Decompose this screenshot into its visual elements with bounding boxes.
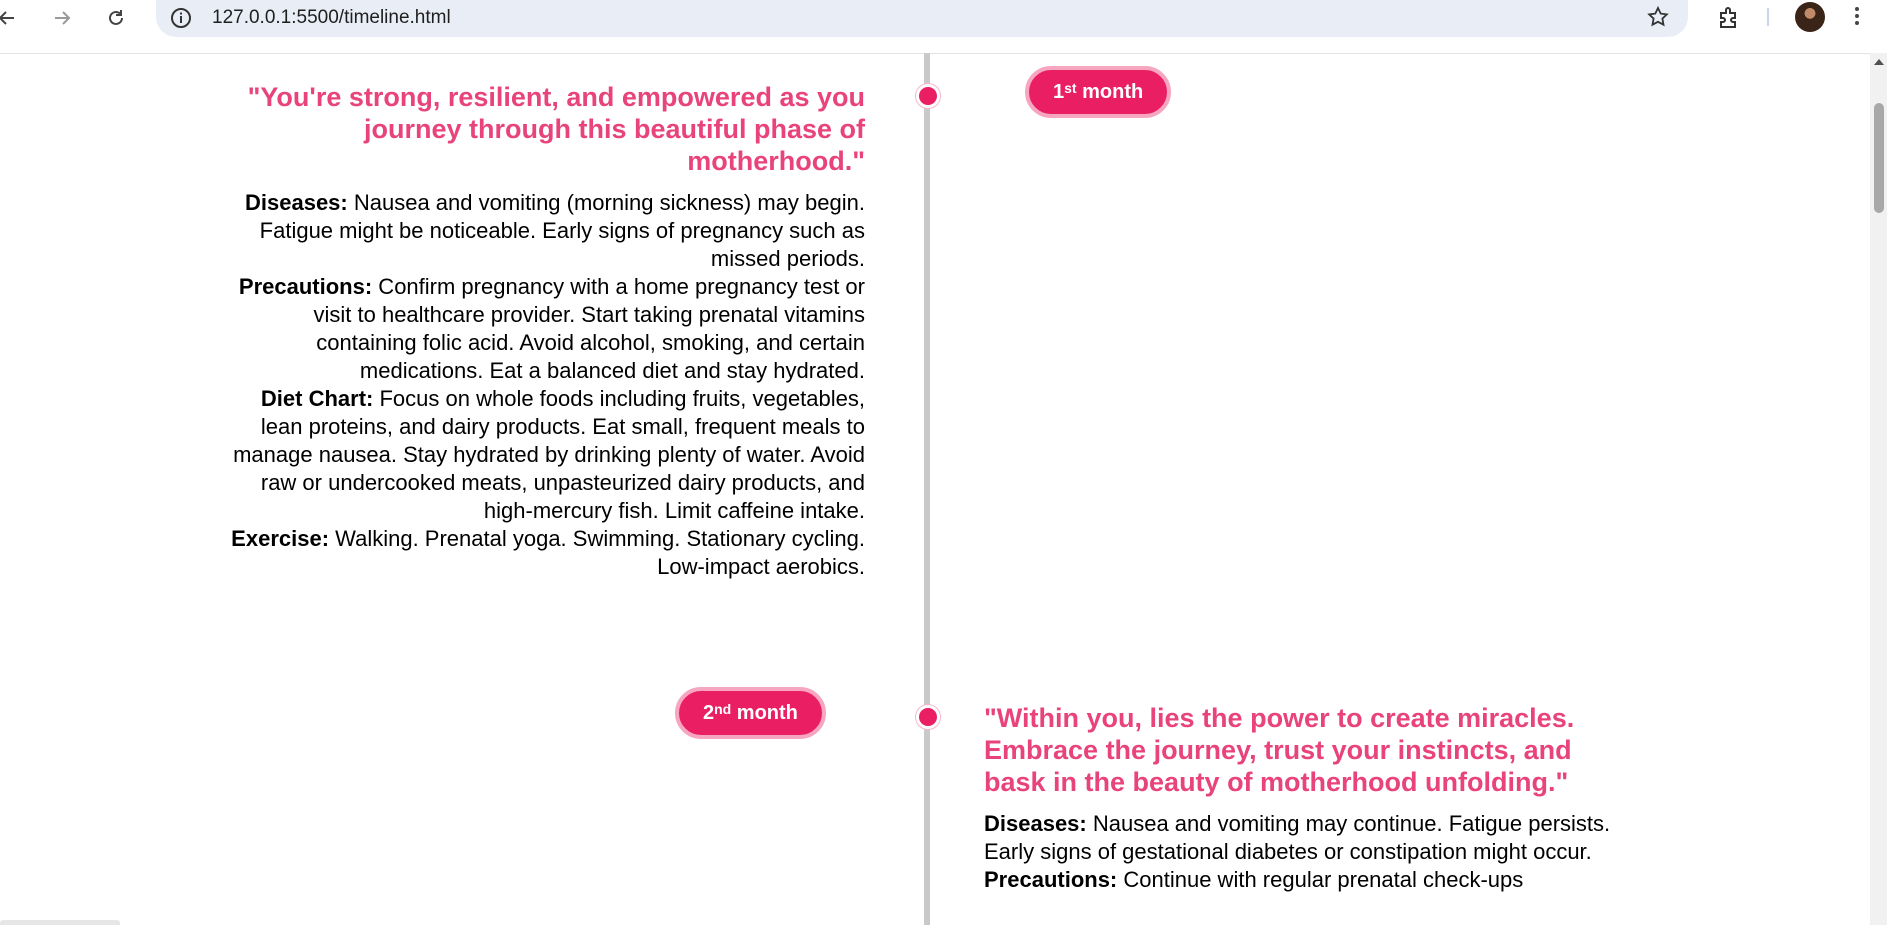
month-1-number: 1 <box>1053 80 1065 103</box>
precautions-label: Precautions: <box>238 274 373 299</box>
url-text: 127.0.0.1:5500/timeline.html <box>212 7 451 28</box>
browser-toolbar: 127.0.0.1:5500/timeline.html <box>0 0 1887 54</box>
month-2-badge: 2nd month <box>675 687 826 739</box>
month-1-quote: "You're strong, resilient, and empowered… <box>247 82 865 176</box>
timeline-dot-month-2 <box>916 705 940 729</box>
toolbar-divider <box>1767 8 1769 26</box>
precautions-text: Continue with regular prenatal check-ups <box>1117 867 1524 892</box>
month-2-details: Diseases: Nausea and vomiting may contin… <box>984 810 1624 894</box>
month-1-word: month <box>1082 80 1144 103</box>
exercise-label: Exercise: <box>231 526 330 551</box>
scrollbar-thumb[interactable] <box>1874 103 1884 213</box>
reload-icon[interactable] <box>101 3 131 33</box>
site-info-icon[interactable] <box>170 7 192 34</box>
more-menu-icon[interactable] <box>1852 4 1862 30</box>
month-1-entry: "You're strong, resilient, and empowered… <box>225 81 865 581</box>
month-1-suffix: st <box>1064 80 1077 96</box>
status-bubble <box>0 920 120 925</box>
diseases-label: Diseases: <box>984 811 1087 836</box>
address-bar[interactable]: 127.0.0.1:5500/timeline.html <box>156 0 1688 37</box>
timeline-dot-month-1 <box>916 84 940 108</box>
bookmark-star-icon[interactable] <box>1646 5 1670 34</box>
month-2-word: month <box>736 701 798 724</box>
precautions-label: Precautions: <box>984 867 1118 892</box>
month-2-suffix: nd <box>714 701 732 717</box>
exercise-text: Walking. Prenatal yoga. Swimming. Statio… <box>329 526 865 579</box>
timeline-page: 1st month "You're strong, resilient, and… <box>0 53 1870 925</box>
diseases-text: Nausea and vomiting (morning sickness) m… <box>259 190 865 271</box>
scroll-up-arrow-icon[interactable] <box>1874 59 1884 65</box>
month-2-entry: "Within you, lies the power to create mi… <box>984 702 1624 894</box>
page-scrollbar[interactable] <box>1870 53 1887 925</box>
profile-avatar[interactable] <box>1795 2 1825 32</box>
diet-chart-label: Diet Chart: <box>260 386 374 411</box>
month-1-details: Diseases: Nausea and vomiting (morning s… <box>225 189 865 581</box>
diseases-label: Diseases: <box>245 190 348 215</box>
month-1-badge: 1st month <box>1025 66 1172 118</box>
month-2-number: 2 <box>703 701 715 724</box>
precautions-text: Confirm pregnancy with a home pregnancy … <box>313 274 866 383</box>
back-icon[interactable] <box>0 3 22 33</box>
extensions-icon[interactable] <box>1715 4 1743 37</box>
forward-icon[interactable] <box>47 3 77 33</box>
month-2-quote: "Within you, lies the power to create mi… <box>984 703 1575 797</box>
timeline-line <box>924 53 930 925</box>
